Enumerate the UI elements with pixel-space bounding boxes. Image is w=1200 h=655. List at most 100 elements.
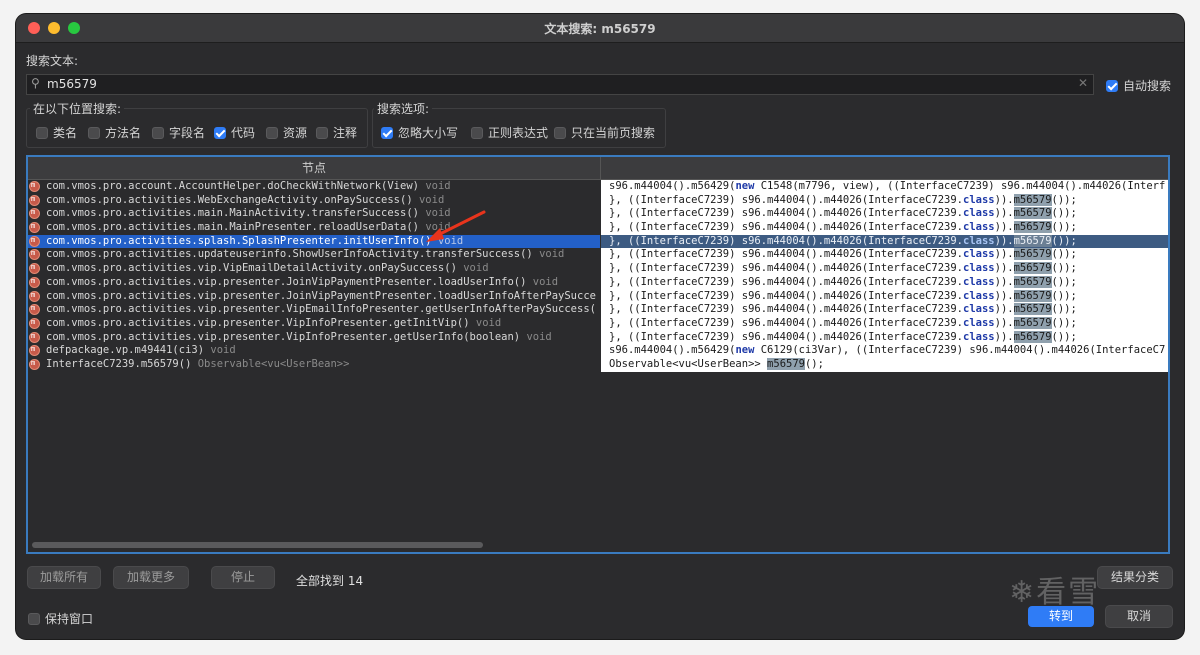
scope-option-field[interactable]: 字段名 [152,124,205,141]
result-row[interactable]: com.vmos.pro.account.AccountHelper.doChe… [28,180,600,194]
load-more-button[interactable]: 加载更多 [114,567,188,588]
result-node-text: com.vmos.pro.activities.updateuserinfo.S… [46,248,564,262]
option-regex[interactable]: 正则表达式 [471,124,548,141]
result-node-name: com.vmos.pro.activities.vip.presenter.Vi… [46,316,470,329]
result-row[interactable]: InterfaceC7239.m56579() Observable<vu<Us… [28,357,600,372]
result-node-name: com.vmos.pro.activities.vip.presenter.Jo… [46,275,527,288]
scope-option-resource[interactable]: 资源 [266,124,307,141]
code-text: ()); [1051,316,1077,329]
code-text: Observable<vu<UserBean>> [609,357,768,370]
code-line[interactable]: }, ((InterfaceC7239) s96.m44004().m44026… [601,275,1168,290]
code-text: }, ((InterfaceC7239) s96.m44004().m44026… [609,275,964,288]
search-box[interactable]: ⚲ ✕ [26,74,1094,95]
code-line[interactable]: }, ((InterfaceC7239) s96.m44004().m44026… [601,316,1168,331]
method-icon [29,343,40,357]
scope-option-code[interactable]: 代码 [214,124,255,141]
keep-window-checkbox[interactable] [28,613,40,625]
method-icon [29,302,40,316]
code-line[interactable]: }, ((InterfaceC7239) s96.m44004().m44026… [601,221,1168,235]
match-highlight: m56579 [1013,234,1052,247]
method-icon [29,316,40,330]
result-node-name: com.vmos.pro.activities.vip.presenter.Jo… [46,289,596,302]
code-text: ()); [1051,193,1077,206]
method-icon [29,289,40,302]
scope-option-comment[interactable]: 注释 [316,124,357,141]
search-options-title: 搜索选项: [374,100,433,117]
method-icon [29,193,40,206]
column-header-code[interactable] [601,157,1168,180]
code-line[interactable]: Observable<vu<UserBean>> m56579(); [601,357,1168,372]
result-row[interactable]: com.vmos.pro.activities.splash.SplashPre… [28,234,600,249]
code-text: ()); [1051,275,1077,288]
goto-button[interactable]: 转到 [1028,606,1094,627]
search-input[interactable] [47,76,1067,92]
keep-window-toggle[interactable]: 保持窗口 [28,610,93,627]
scope-resource-checkbox[interactable] [266,127,278,139]
result-node-name: com.vmos.pro.account.AccountHelper.doChe… [46,180,419,192]
scope-option-class[interactable]: 类名 [36,124,77,141]
result-row[interactable]: com.vmos.pro.activities.vip.presenter.Vi… [28,330,600,345]
code-line[interactable]: s96.m44004().m56429(new C6129(ci3Var), (… [601,344,1168,358]
code-line[interactable]: }, ((InterfaceC7239) s96.m44004().m44026… [601,262,1168,276]
code-text: ()); [1051,289,1077,302]
scope-field-checkbox[interactable] [152,127,164,139]
auto-search-checkbox[interactable] [1106,80,1118,92]
result-node-name: com.vmos.pro.activities.vip.presenter.Vi… [46,303,596,316]
result-row[interactable]: com.vmos.pro.activities.vip.presenter.Vi… [28,302,600,317]
result-row[interactable]: com.vmos.pro.activities.vip.VipEmailDeta… [28,261,600,276]
stop-button[interactable]: 停止 [212,567,274,588]
auto-search-toggle[interactable]: 自动搜索 [1106,77,1171,94]
scope-field-label: 字段名 [169,126,206,140]
result-count: 全部找到 14 [296,574,364,588]
result-row[interactable]: com.vmos.pro.activities.main.MainPresent… [28,220,600,235]
code-line[interactable]: }, ((InterfaceC7239) s96.m44004().m44026… [601,330,1168,345]
search-icon: ⚲ [31,76,40,90]
code-text: ()); [1051,234,1077,247]
result-node-text: com.vmos.pro.activities.main.MainActivit… [46,207,451,221]
code-line[interactable]: }, ((InterfaceC7239) s96.m44004().m44026… [601,234,1168,249]
match-highlight: m56579 [1013,207,1052,220]
result-row[interactable]: com.vmos.pro.activities.updateuserinfo.S… [28,247,600,262]
scope-option-method[interactable]: 方法名 [88,124,141,141]
method-icon [29,234,40,247]
code-line[interactable]: }, ((InterfaceC7239) s96.m44004().m44026… [601,303,1168,317]
ignore-case-checkbox[interactable] [381,127,393,139]
result-node-text: InterfaceC7239.m56579() Observable<vu<Us… [46,358,349,372]
current-page-checkbox[interactable] [554,127,566,139]
code-line[interactable]: }, ((InterfaceC7239) s96.m44004().m44026… [601,289,1168,304]
search-location-title: 在以下位置搜索: [30,100,125,117]
scope-resource-label: 资源 [283,126,308,140]
result-row[interactable]: com.vmos.pro.activities.vip.presenter.Jo… [28,275,600,290]
result-row[interactable]: com.vmos.pro.activities.vip.presenter.Vi… [28,316,600,331]
result-return-type: void [532,275,559,288]
code-line[interactable]: }, ((InterfaceC7239) s96.m44004().m44026… [601,248,1168,262]
clear-search-icon[interactable]: ✕ [1078,76,1088,90]
result-node-name: com.vmos.pro.activities.vip.presenter.Vi… [46,330,521,343]
regex-checkbox[interactable] [471,127,483,139]
group-results-button[interactable]: 结果分类 [1098,567,1172,588]
scope-method-checkbox[interactable] [88,127,100,139]
scope-comment-checkbox[interactable] [316,127,328,139]
result-row[interactable]: com.vmos.pro.activities.main.MainActivit… [28,206,600,221]
watermark-text: 看雪 [1036,575,1101,610]
column-header-node[interactable]: 节点 [28,157,601,180]
cancel-button[interactable]: 取消 [1106,606,1172,627]
result-row[interactable]: com.vmos.pro.activities.WebExchangeActiv… [28,193,600,208]
scope-code-checkbox[interactable] [214,127,226,139]
code-text: )). [994,275,1014,288]
code-keyword: class [963,248,995,261]
code-line[interactable]: }, ((InterfaceC7239) s96.m44004().m44026… [601,193,1168,208]
code-line[interactable]: s96.m44004().m56429(new C1548(m7796, vie… [601,180,1168,194]
option-current-page[interactable]: 只在当前页搜索 [554,124,655,141]
option-ignore-case[interactable]: 忽略大小写 [381,124,458,141]
scope-class-checkbox[interactable] [36,127,48,139]
match-highlight: m56579 [1013,289,1052,302]
result-row[interactable]: defpackage.vp.m49441(ci3) void [28,343,600,358]
result-row[interactable]: com.vmos.pro.activities.vip.presenter.Jo… [28,289,600,304]
load-all-button[interactable]: 加载所有 [28,567,100,588]
ignore-case-label: 忽略大小写 [398,126,459,140]
horizontal-scrollbar[interactable] [32,542,483,548]
result-node-text: com.vmos.pro.activities.vip.presenter.Vi… [46,303,596,317]
code-line[interactable]: }, ((InterfaceC7239) s96.m44004().m44026… [601,207,1168,221]
result-node-name: com.vmos.pro.activities.vip.VipEmailDeta… [46,262,457,275]
